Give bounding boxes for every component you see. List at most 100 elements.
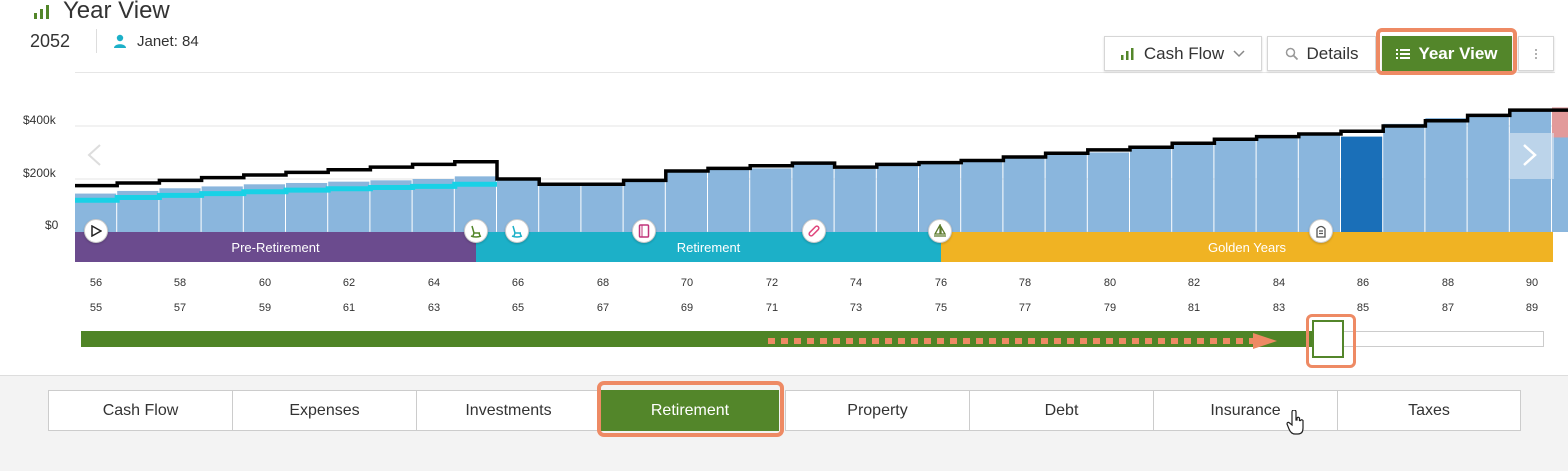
- chart-bar[interactable]: [961, 161, 1003, 232]
- age-tick-bottom: 67: [596, 302, 610, 314]
- age-tick-top: 66: [511, 277, 525, 289]
- age-tick-top: 86: [1356, 277, 1370, 289]
- chart-bar[interactable]: [1045, 154, 1087, 232]
- person-label: Janet:: [137, 33, 178, 50]
- cash-flow-label: Cash Flow: [1143, 43, 1225, 63]
- page-title: Year View: [63, 0, 170, 24]
- age-tick-bottom: 73: [849, 302, 863, 314]
- shortfall-segment: [1552, 107, 1568, 138]
- details-button[interactable]: Details: [1267, 36, 1376, 71]
- age-tick-bottom: 85: [1356, 302, 1370, 314]
- age-tick-bottom: 75: [934, 302, 948, 314]
- age-tick-top: 84: [1272, 277, 1286, 289]
- phase-golden-years: Golden Years: [941, 232, 1553, 262]
- person-age-value: 84: [182, 33, 199, 50]
- tab-debt[interactable]: Debt: [969, 390, 1154, 431]
- chart-bar[interactable]: [834, 168, 876, 232]
- next-year-button[interactable]: [1509, 133, 1554, 179]
- age-tick-top: 88: [1441, 277, 1455, 289]
- age-tick-top: 60: [258, 277, 272, 289]
- slider-handle-highlight: [1306, 314, 1356, 368]
- chart-bar[interactable]: [1425, 118, 1467, 232]
- chevron-down-icon: [1233, 49, 1245, 57]
- chart-bar[interactable]: [1467, 114, 1509, 232]
- age-tick-top: 82: [1187, 277, 1201, 289]
- chart-bar[interactable]: [1256, 136, 1298, 232]
- year-view-highlight: [1376, 28, 1517, 75]
- chart-bar[interactable]: [1214, 140, 1256, 232]
- selected-year: 2052: [30, 31, 71, 51]
- age-tick-bottom: 61: [342, 302, 356, 314]
- bandage-icon[interactable]: [802, 219, 826, 243]
- chart-bar[interactable]: [1383, 123, 1425, 232]
- chart-bar[interactable]: [708, 169, 750, 232]
- age-tick-top: 70: [680, 277, 694, 289]
- headstone-icon[interactable]: [1309, 219, 1333, 243]
- age-tick-bottom: 71: [765, 302, 779, 314]
- age-tick-top: 76: [934, 277, 948, 289]
- age-tick-top: 72: [765, 277, 779, 289]
- rocking-chair-icon[interactable]: [464, 219, 488, 243]
- age-tick-bottom: 69: [680, 302, 694, 314]
- chart-bar[interactable]: [539, 184, 581, 232]
- tab-expenses[interactable]: Expenses: [232, 390, 417, 431]
- play-icon[interactable]: [84, 219, 108, 243]
- person-age: Janet: 84: [137, 33, 199, 50]
- chart-bar[interactable]: [1298, 133, 1340, 232]
- tab-property[interactable]: Property: [785, 390, 970, 431]
- age-tick-bottom: 57: [173, 302, 187, 314]
- age-tick-bottom: 79: [1103, 302, 1117, 314]
- search-icon: [1285, 47, 1298, 60]
- age-tick-top: 58: [173, 277, 187, 289]
- age-tick-bottom: 59: [258, 302, 272, 314]
- phase-pre-retirement: Pre-Retirement: [75, 232, 476, 262]
- chart-bar[interactable]: [1003, 158, 1045, 232]
- age-tick-bottom: 55: [89, 302, 103, 314]
- tab-cash-flow[interactable]: Cash Flow: [48, 390, 233, 431]
- chart-bar[interactable]: [1130, 148, 1172, 232]
- bar-chart-icon: [1120, 47, 1134, 60]
- age-tick-top: 62: [342, 277, 356, 289]
- tab-investments[interactable]: Investments: [416, 390, 601, 431]
- tab-taxes[interactable]: Taxes: [1337, 390, 1521, 431]
- header-rule: [75, 72, 1555, 73]
- chevron-left-icon[interactable]: [87, 144, 101, 166]
- retirement-tab-highlight: [597, 381, 784, 437]
- person-icon: [114, 34, 126, 48]
- age-tick-bottom: 89: [1525, 302, 1539, 314]
- bar-chart-icon: [34, 5, 49, 19]
- drag-arrow-annotation: [768, 333, 1277, 349]
- age-tick-bottom: 87: [1441, 302, 1455, 314]
- age-tick-top: 90: [1525, 277, 1539, 289]
- sailboat-icon[interactable]: [928, 219, 952, 243]
- hand-cursor-icon: [1286, 410, 1304, 435]
- book-icon[interactable]: [632, 219, 656, 243]
- age-tick-top: 64: [427, 277, 441, 289]
- age-tick-bottom: 77: [1018, 302, 1032, 314]
- chart-bar[interactable]: [1087, 152, 1129, 233]
- age-tick-top: 74: [849, 277, 863, 289]
- chart-bar[interactable]: [665, 172, 707, 232]
- chart-bar[interactable]: [1172, 144, 1214, 232]
- details-label: Details: [1306, 43, 1359, 63]
- chart-bar[interactable]: [581, 184, 623, 232]
- chart-bar[interactable]: [750, 168, 792, 232]
- age-tick-bottom: 83: [1272, 302, 1286, 314]
- age-tick-bottom: 63: [427, 302, 441, 314]
- age-tick-top: 68: [596, 277, 610, 289]
- age-tick-bottom: 65: [511, 302, 525, 314]
- header-divider: [96, 29, 97, 53]
- tab-insurance[interactable]: Insurance: [1153, 390, 1338, 431]
- chart-bar[interactable]: [876, 165, 918, 232]
- selected-year-bar[interactable]: [1341, 136, 1383, 232]
- phase-retirement: Retirement: [476, 232, 941, 262]
- more-options-button[interactable]: [1518, 36, 1554, 71]
- rocking-chair-icon[interactable]: [505, 219, 529, 243]
- vertical-dots-icon: [1535, 48, 1537, 59]
- age-tick-bottom: 81: [1187, 302, 1201, 314]
- cash-flow-dropdown[interactable]: Cash Flow: [1104, 36, 1262, 71]
- age-tick-top: 78: [1018, 277, 1032, 289]
- cash-flow-chart: [75, 107, 1568, 233]
- age-tick-top: 56: [89, 277, 103, 289]
- age-tick-top: 80: [1103, 277, 1117, 289]
